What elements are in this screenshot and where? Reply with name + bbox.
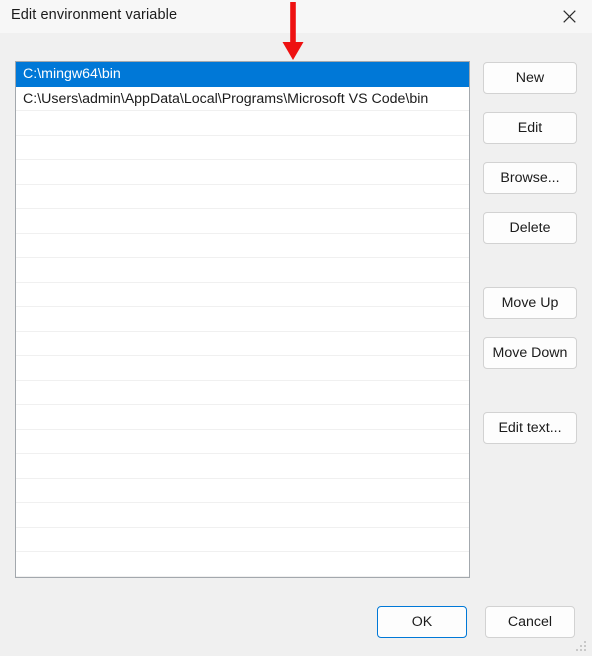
list-item-empty[interactable] xyxy=(16,185,469,209)
list-item-empty[interactable] xyxy=(16,528,469,552)
new-button[interactable]: New xyxy=(483,62,577,94)
list-item-empty[interactable] xyxy=(16,160,469,185)
ok-button[interactable]: OK xyxy=(377,606,467,638)
list-item-empty[interactable] xyxy=(16,454,469,479)
cancel-button[interactable]: Cancel xyxy=(485,606,575,638)
edit-environment-variable-dialog: Edit environment variable C:\mingw64\bin… xyxy=(0,0,592,656)
list-item-empty[interactable] xyxy=(16,283,469,307)
move-down-button[interactable]: Move Down xyxy=(483,337,577,369)
list-item[interactable]: C:\mingw64\bin xyxy=(16,62,469,87)
close-icon xyxy=(563,9,576,23)
list-item-empty[interactable] xyxy=(16,234,469,258)
delete-button[interactable]: Delete xyxy=(483,212,577,244)
list-item-empty[interactable] xyxy=(16,430,469,454)
close-button[interactable] xyxy=(547,0,592,32)
list-item-empty[interactable] xyxy=(16,209,469,234)
list-item-empty[interactable] xyxy=(16,111,469,136)
list-item-empty[interactable] xyxy=(16,503,469,528)
title-bar: Edit environment variable xyxy=(0,0,592,33)
list-item-empty[interactable] xyxy=(16,332,469,356)
move-up-button[interactable]: Move Up xyxy=(483,287,577,319)
list-item[interactable]: C:\Users\admin\AppData\Local\Programs\Mi… xyxy=(16,87,469,111)
path-list-box[interactable]: C:\mingw64\bin C:\Users\admin\AppData\Loc… xyxy=(15,61,470,578)
list-item-empty[interactable] xyxy=(16,356,469,381)
list-item-empty[interactable] xyxy=(16,307,469,332)
page-title: Edit environment variable xyxy=(11,7,178,23)
list-item-empty[interactable] xyxy=(16,136,469,160)
list-item-empty[interactable] xyxy=(16,258,469,283)
browse-button[interactable]: Browse... xyxy=(483,162,577,194)
list-item-empty[interactable] xyxy=(16,479,469,503)
edit-text-button[interactable]: Edit text... xyxy=(483,412,577,444)
resize-grip-icon[interactable] xyxy=(576,641,588,653)
list-item-empty[interactable] xyxy=(16,552,469,577)
list-item-empty[interactable] xyxy=(16,381,469,405)
list-item-empty[interactable] xyxy=(16,405,469,430)
edit-button[interactable]: Edit xyxy=(483,112,577,144)
